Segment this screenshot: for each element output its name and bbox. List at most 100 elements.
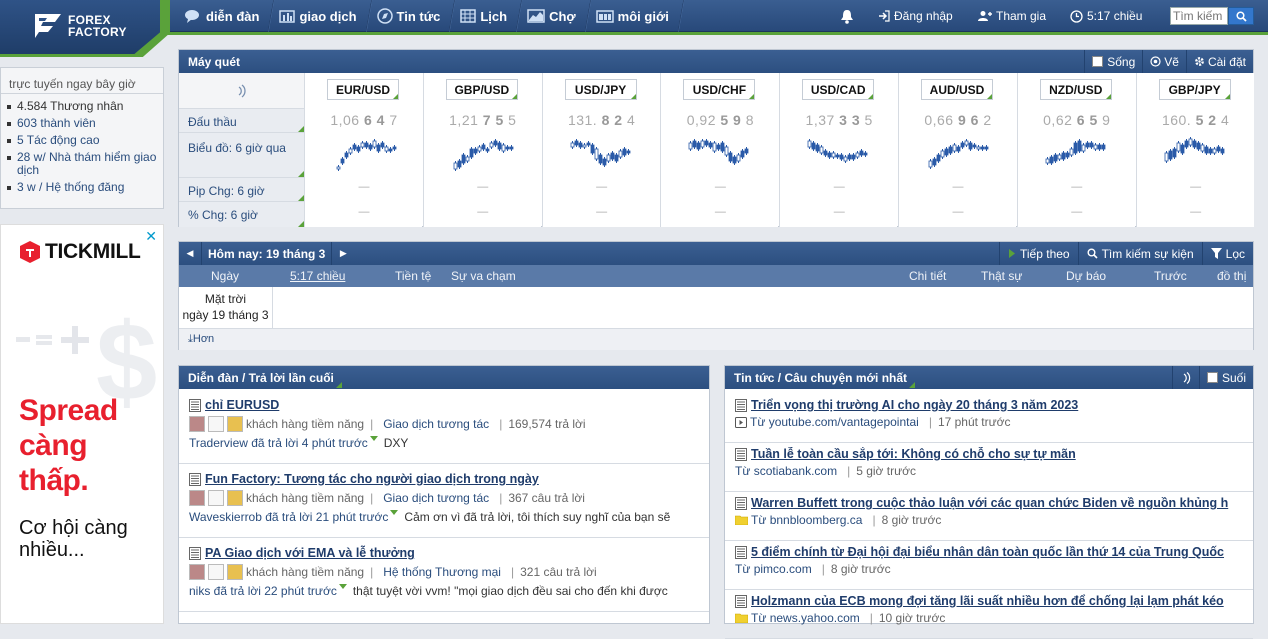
mini-chart[interactable] [325,133,405,173]
filter-button[interactable]: Lọc [1201,242,1253,265]
news-source-link[interactable]: Từ pimco.com [735,562,812,576]
pair-button[interactable]: GBP/JPY [1158,79,1231,100]
thread-category-link[interactable]: Giao dịch tương tác [383,417,489,431]
pair-button[interactable]: USD/CAD [802,79,875,100]
list-item: 3 w / Hệ thống đăng [7,179,163,196]
avatar[interactable] [189,564,205,580]
pair-button[interactable]: USD/CHF [683,79,756,100]
high-impact-link[interactable]: 5 Tác động cao [17,134,100,147]
avatar[interactable] [189,490,205,506]
search-events-button[interactable]: Tìm kiếm sự kiện [1077,242,1202,265]
thread-category-link[interactable]: Hệ thống Thương mại [383,565,501,579]
expand-icon[interactable] [369,436,378,441]
draw-label: Vẽ [1164,54,1179,69]
news-sound-toggle[interactable] [1171,366,1199,389]
thread-title[interactable]: Fun Factory: Tương tác cho người giao dị… [189,472,709,486]
last-reply-link[interactable]: Traderview đã trả lời 4 phút trước [189,436,368,450]
avatar[interactable] [227,490,243,506]
avatar[interactable] [208,564,224,580]
draw-button[interactable]: Vẽ [1142,50,1186,73]
mini-chart[interactable] [1038,133,1118,173]
logo[interactable]: FOREX FACTORY [0,0,160,54]
systems-link[interactable]: 3 w / Hệ thống đăng [17,181,124,194]
mini-chart[interactable] [444,133,524,173]
next-button[interactable]: Tiếp theo [999,242,1078,265]
mini-chart[interactable] [800,133,880,173]
list-item: 603 thành viên [7,115,163,132]
news-headline[interactable]: Holzmann của ECB mong đợi tăng lãi suất … [735,594,1253,608]
next-day-icon[interactable]: ▶ [332,242,354,265]
nav-calendar[interactable]: Lịch [452,0,523,32]
stream-toggle[interactable]: Suối [1198,366,1253,389]
news-headline[interactable]: Warren Buffett trong cuộc thảo luận với … [735,496,1253,510]
live-checkbox[interactable] [1092,56,1104,67]
avatar[interactable] [227,564,243,580]
expand-icon[interactable] [390,510,399,515]
mini-chart[interactable] [1157,133,1237,173]
news-headline[interactable]: Tuần lễ toàn cầu sắp tới: Không có chỗ c… [735,447,1253,461]
news-source-link[interactable]: Từ youtube.com/vantagepointai [750,415,919,429]
nav-news[interactable]: Tin tức [369,0,457,32]
login-link[interactable]: Đăng nhập [878,0,953,32]
avatar[interactable] [189,416,205,432]
col-impact: Sự va chạm [451,269,516,283]
calendar-title[interactable]: Hôm nay: 19 tháng 3 [201,242,333,265]
pair-button[interactable]: AUD/USD [921,79,993,100]
more-link[interactable]: ⤓Hơn [179,329,1253,350]
forum-panel: Diễn đàn / Trả lời lần cuối chỉ EURUSD kh… [178,365,710,624]
news-source-link[interactable]: Từ scotiabank.com [735,464,837,478]
nav-brokers[interactable]: môi giới [588,0,685,32]
notifications-bell[interactable] [840,0,858,32]
ad-close-icon[interactable]: ✕ [145,228,157,245]
thread-title[interactable]: PA Giao dịch với EMA và lễ thưởng [189,546,709,560]
settings-button[interactable]: Cài đặt [1185,50,1253,73]
news-headline[interactable]: Triển vọng thị trường AI cho ngày 20 thá… [735,398,1253,412]
separator: | [499,417,503,431]
login-icon [879,10,890,22]
news-source-link[interactable]: Từ news.yahoo.com [751,611,860,625]
last-reply-link[interactable]: niks đã trả lời 22 phút trước [189,584,337,598]
nav-trades[interactable]: giao dịch [271,0,373,32]
expand-icon[interactable] [338,584,347,589]
sound-icon[interactable] [234,84,248,98]
stream-checkbox[interactable] [1206,372,1218,383]
advertisement[interactable]: ✕ TICKMILL $ Spread càng thấp. Cơ hội cà… [0,224,164,624]
prev-day-icon[interactable]: ◀ [179,242,201,265]
search-input[interactable] [1170,7,1228,25]
avatar[interactable] [208,416,224,432]
avatar[interactable] [208,490,224,506]
thread-title[interactable]: chỉ EURUSD [189,398,709,412]
live-toggle[interactable]: Sống [1084,50,1142,73]
pair-button[interactable]: GBP/USD [445,79,518,100]
pair-button[interactable]: EUR/USD [327,79,399,100]
news-source-link[interactable]: Từ bnnbloomberg.ca [751,513,862,527]
tickmill-logo-icon [20,241,40,263]
pair-button[interactable]: USD/JPY [564,79,637,100]
search-button[interactable] [1228,7,1254,25]
pip-change: — [477,181,489,193]
news-title[interactable]: Tin tức / Câu chuyện mới nhất [734,371,907,385]
mini-chart[interactable] [919,133,999,173]
avatar[interactable] [227,416,243,432]
forum-title[interactable]: Diễn đàn / Trả lời lần cuối [188,371,334,385]
news-headline-text: Warren Buffett trong cuộc thảo luận với … [751,496,1229,510]
thread-category-link[interactable]: Giao dịch tương tác [383,491,489,505]
pair-button[interactable]: NZD/USD [1039,79,1112,100]
trade-explorer-link[interactable]: 28 w/ Nhà thám hiểm giao dịch [17,151,163,177]
candle-body [1192,140,1196,148]
candle-body [708,142,713,148]
candle-body [744,148,749,154]
candle-body [505,146,510,150]
nav-forums[interactable]: diễn đàn [176,0,276,32]
col-time[interactable]: 5:17 chiều [290,269,345,283]
col-actual: Thật sự [981,269,1023,283]
mini-chart[interactable] [681,133,761,173]
thread-last-reply: niks đã trả lời 22 phút trước thật tuyệt … [189,584,709,598]
last-reply-link[interactable]: Waveskierrob đã trả lời 21 phút trước [189,510,388,524]
mini-chart[interactable] [563,133,643,173]
news-headline[interactable]: 5 điểm chính từ Đại hội đại biểu nhân dâ… [735,545,1253,559]
join-link[interactable]: Tham gia [978,0,1046,32]
clock[interactable]: 5:17 chiều [1070,0,1142,32]
members-link[interactable]: 603 thành viên [17,117,96,130]
nav-market[interactable]: Chợ [519,0,592,32]
